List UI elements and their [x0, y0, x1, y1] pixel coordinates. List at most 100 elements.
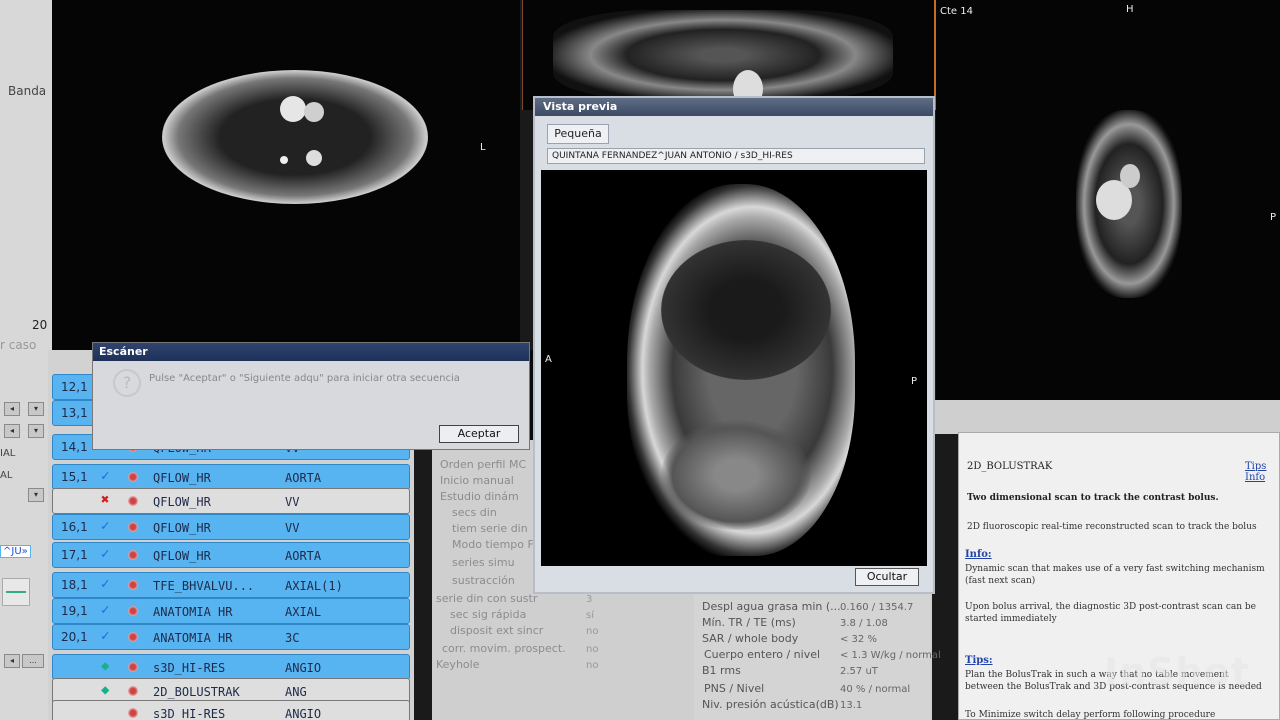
scan-type-icon: [127, 685, 139, 697]
accept-button[interactable]: Aceptar: [439, 425, 519, 443]
param-label: SAR / whole body: [702, 632, 799, 645]
lung-shape: [661, 240, 831, 380]
patient-series-label: QUINTANA FERNANDEZ^JUAN ANTONIO / s3D_HI…: [547, 148, 925, 164]
check-icon: ✓: [101, 546, 110, 562]
scan-name: 2D_BOLUSTRAK: [153, 685, 240, 699]
scan-row[interactable]: 18,1 ✓ TFE_BHVALVU... AXIAL(1): [52, 572, 410, 598]
scan-type-icon: [127, 707, 139, 719]
scan-tag: ANGIO: [285, 707, 322, 720]
scan-number: 19,1: [61, 604, 88, 618]
orient-label-h: H: [1126, 4, 1134, 15]
param-value[interactable]: no: [586, 626, 598, 637]
param-label: secs din: [452, 506, 497, 519]
vessel-shape: [280, 156, 288, 164]
param-value: < 1.3 W/kg / normal: [840, 650, 941, 661]
param-label: disposit ext sincr: [450, 624, 544, 637]
more-button[interactable]: ...: [22, 654, 44, 668]
strip-button[interactable]: ◂: [4, 424, 20, 438]
scan-tag: AORTA: [285, 471, 322, 485]
sagittal-viewport[interactable]: Cte 14 H P: [936, 0, 1280, 410]
al-label: AL: [0, 470, 13, 481]
scan-tag: ANGIO: [285, 661, 322, 675]
scan-number: 17,1: [61, 548, 88, 562]
info-link[interactable]: Info:: [965, 549, 992, 560]
left-tool-strip: Banda 20 r caso ◂ ▾ ◂ ▾ IAL AL ▾ ^JU» ◂ …: [0, 0, 52, 720]
param-label: Estudio dinám: [440, 490, 519, 503]
scan-name: ANATOMIA HR: [153, 605, 233, 619]
scan-name: TFE_BHVALVU...: [153, 579, 255, 593]
scan-type-icon: [127, 471, 139, 483]
param-value[interactable]: no: [586, 660, 598, 671]
scan-row[interactable]: s3D_HI-RES ANGIO: [52, 700, 410, 720]
param-value[interactable]: sí: [586, 610, 594, 621]
scan-row[interactable]: 20,1 ✓ ANATOMIA HR 3C: [52, 624, 410, 650]
scan-number: 18,1: [61, 578, 88, 592]
scan-number: 16,1: [61, 520, 88, 534]
check-icon: ✓: [101, 602, 110, 618]
ju-field[interactable]: ^JU»: [0, 545, 31, 558]
scan-name: QFLOW_HR: [153, 471, 211, 485]
strip-button[interactable]: ▾: [28, 402, 44, 416]
scan-name: QFLOW_HR: [153, 521, 211, 535]
dialog-title: Vista previa: [535, 98, 933, 116]
diamond-icon: ◆: [101, 658, 110, 674]
scan-type-icon: [127, 521, 139, 533]
param-label: Inicio manual: [440, 474, 514, 487]
axial-viewport[interactable]: L: [52, 0, 520, 350]
orient-label-p: P: [911, 376, 918, 387]
panel-header: [930, 400, 1280, 434]
param-value: 3.8 / 1.08: [840, 618, 888, 629]
slice-label: Cte 14: [940, 6, 973, 17]
ial-label: IAL: [0, 448, 16, 459]
organ-shape: [661, 420, 811, 530]
coronal-viewport[interactable]: [522, 0, 936, 110]
param-label: Niv. presión acústica(dB): [702, 698, 839, 711]
error-icon: ✖: [101, 492, 110, 508]
scan-row[interactable]: ◆ s3D_HI-RES ANGIO: [52, 654, 410, 680]
dialog-message: Pulse "Aceptar" o "Siguiente adqu" para …: [149, 373, 460, 384]
scan-number: 14,1: [61, 440, 88, 454]
tips-info-link[interactable]: Tips Info: [1245, 461, 1279, 483]
counter-label: 20: [32, 318, 48, 332]
hide-button[interactable]: Ocultar: [855, 568, 919, 586]
scan-name: QFLOW_HR: [153, 549, 211, 563]
param-label: Despl agua grasa min (...: [702, 600, 841, 613]
param-value[interactable]: no: [586, 644, 598, 655]
param-value: 13.1: [840, 700, 863, 711]
scanner-dialog: Escáner ? Pulse "Aceptar" o "Siguiente a…: [92, 342, 530, 450]
strip-button[interactable]: ▾: [28, 424, 44, 438]
preview-image: A P: [541, 170, 927, 566]
strip-button[interactable]: ▾: [28, 488, 44, 502]
tips-link[interactable]: Tips:: [965, 655, 993, 666]
scan-type-icon: [127, 631, 139, 643]
param-label: Keyhole: [436, 658, 480, 671]
tab-pequena[interactable]: Pequeña: [547, 124, 609, 144]
scan-tag: VV: [285, 521, 300, 535]
strip-button[interactable]: ◂: [4, 402, 20, 416]
scan-tag: 3C: [285, 631, 300, 645]
aorta-shape: [280, 96, 306, 122]
orient-label-a: A: [545, 354, 552, 365]
param-value[interactable]: 3: [586, 594, 592, 605]
strip-button[interactable]: ◂: [4, 654, 20, 668]
scan-number: 15,1: [61, 470, 88, 484]
scan-tag: AXIAL(1): [285, 579, 343, 593]
vessel-shape: [304, 102, 324, 122]
scan-row[interactable]: ✖ QFLOW_HR VV: [52, 488, 410, 514]
scan-name: s3D_HI-RES: [153, 707, 226, 720]
scan-row[interactable]: 16,1 ✓ QFLOW_HR VV: [52, 514, 410, 540]
scan-row[interactable]: 17,1 ✓ QFLOW_HR AORTA: [52, 542, 410, 568]
check-icon: ✓: [101, 576, 110, 592]
scan-name: s3D_HI-RES: [153, 661, 226, 675]
scan-number: 13,1: [61, 406, 88, 420]
orient-label-p: P: [1270, 212, 1277, 223]
param-value: 0.160 / 1354.7: [840, 602, 914, 613]
scan-row[interactable]: 19,1 ✓ ANATOMIA HR AXIAL: [52, 598, 410, 624]
watermark: InShot: [1104, 650, 1250, 694]
scan-row[interactable]: 15,1 ✓ QFLOW_HR AORTA: [52, 464, 410, 490]
monitor-icon[interactable]: [2, 578, 30, 606]
scan-tag: ANG: [285, 685, 307, 699]
banda-label: Banda: [8, 84, 47, 98]
scan-number: 20,1: [61, 630, 88, 644]
orient-label-l: L: [480, 142, 486, 153]
